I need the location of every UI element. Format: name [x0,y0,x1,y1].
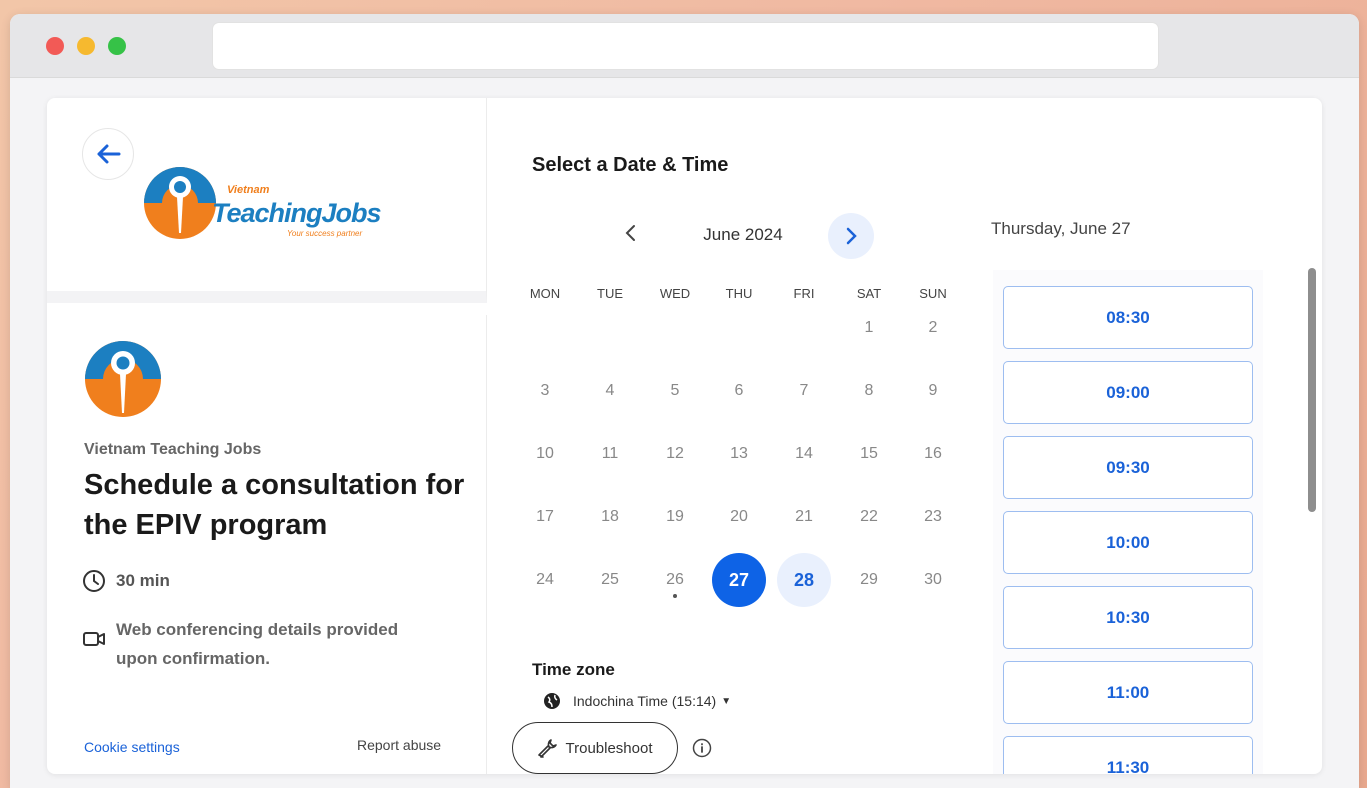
scheduling-card: Vietnam TeachingJobs Your success partne… [47,98,1322,774]
picker-title: Select a Date & Time [532,154,729,176]
conferencing-row: Web conferencing details provided upon c… [82,615,436,673]
weekday-thu: THU [725,286,753,301]
calendar-day: 20 [730,508,748,525]
timezone-value: Indochina Time (15:14) [573,693,717,709]
time-slot-button[interactable]: 09:30 [1003,436,1253,499]
time-slot-list[interactable]: 08:30 09:00 09:30 10:00 10:30 11:00 11:30 [993,270,1263,774]
calendar-day: 5 [670,382,680,399]
globe-icon [544,693,560,709]
event-details: Vietnam Teaching Jobs Schedule a consult… [47,315,487,774]
calendar-day: 21 [795,508,813,525]
report-abuse-link[interactable]: Report abuse [357,737,441,753]
duration-text: 30 min [116,571,170,590]
weekday-wed: WED [659,286,691,301]
minimize-window-button[interactable] [77,37,95,55]
calendar-day: 1 [864,319,874,336]
selected-date-label: Thursday, June 27 [991,219,1131,238]
troubleshoot-button[interactable]: Troubleshoot [512,722,678,774]
arrow-left-icon [97,144,121,164]
video-camera-icon [83,632,105,646]
calendar-day: 10 [536,445,554,462]
conferencing-text: Web conferencing details provided upon c… [116,620,399,668]
calendar-day: 30 [924,571,942,588]
next-month-button[interactable] [828,213,874,259]
cookie-settings-link[interactable]: Cookie settings [84,739,180,755]
calendar-day: 16 [924,445,942,462]
calendar-day: 4 [605,382,615,399]
maximize-window-button[interactable] [108,37,126,55]
calendar-day: 15 [860,445,878,462]
weekday-sun: SUN [919,286,947,301]
date-time-picker: Select a Date & Time June 2024 MON TUE WED… [488,98,1322,774]
address-bar[interactable] [213,23,1158,69]
month-label: June 2024 [703,225,783,244]
logo-tagline: Your success partner [287,229,363,238]
calendar-day: 29 [860,571,878,588]
calendar-day[interactable]: 27 [712,553,766,607]
calendar-day: 22 [860,508,878,525]
calendar-day: 7 [799,382,809,399]
calendar-day: 25 [601,571,619,588]
calendar-day: 3 [540,382,550,399]
clock-icon [83,570,105,592]
calendar-day: 14 [795,445,813,462]
calendar-day: 23 [924,508,942,525]
calendar-day: 18 [601,508,619,525]
timezone-label: Time zone [532,660,615,679]
browser-titlebar [10,14,1359,78]
browser-window: Vietnam TeachingJobs Your success partne… [10,14,1359,788]
calendar-day: 24 [536,571,554,588]
timezone-select[interactable]: Indochina Time (15:14) ▼ [543,692,731,710]
org-avatar-icon [85,341,161,417]
time-slot-button[interactable]: 08:30 [1003,286,1253,349]
scrollbar-thumb[interactable] [1308,268,1316,512]
weekday-tue: TUE [597,286,623,301]
previous-month-button[interactable] [608,210,654,256]
weekday-mon: MON [529,286,561,301]
today-indicator-dot [673,594,677,598]
time-slot-button[interactable]: 10:30 [1003,586,1253,649]
time-slot-button[interactable]: 11:00 [1003,661,1253,724]
calendar-day: 11 [601,445,619,462]
troubleshoot-label: Troubleshoot [565,739,653,757]
calendar-day: 26 [666,571,684,588]
time-slot-button[interactable]: 10:00 [1003,511,1253,574]
calendar-day: 6 [734,382,744,399]
time-slot-button[interactable]: 09:00 [1003,361,1253,424]
info-icon[interactable] [692,738,712,758]
logo-text-small: Vietnam [227,184,270,196]
event-title: Schedule a consultation for the EPIV pro… [84,469,465,541]
close-window-button[interactable] [46,37,64,55]
logo-text-big: TeachingJobs [212,198,382,228]
calendar-day: 2 [928,319,938,336]
duration-row: 30 min [82,569,170,593]
chevron-left-icon [625,225,635,241]
weekday-fri: FRI [793,286,815,301]
time-slot-button[interactable]: 11:30 [1003,736,1253,774]
calendar-day: 13 [730,445,748,462]
caret-down-icon: ▼ [721,695,732,707]
wrench-icon [537,739,557,758]
weekday-sat: SAT [856,286,882,301]
back-button[interactable] [82,128,134,180]
calendar-day: 8 [864,382,874,399]
brand-header: Vietnam TeachingJobs Your success partne… [47,98,487,303]
calendar-day[interactable]: 28 [777,553,831,607]
calendar-day: 19 [666,508,684,525]
calendar-day: 9 [928,382,938,399]
organizer-name: Vietnam Teaching Jobs [84,441,262,458]
calendar-day: 12 [666,445,684,462]
calendar-day: 17 [536,508,554,525]
chevron-right-icon [846,227,857,245]
